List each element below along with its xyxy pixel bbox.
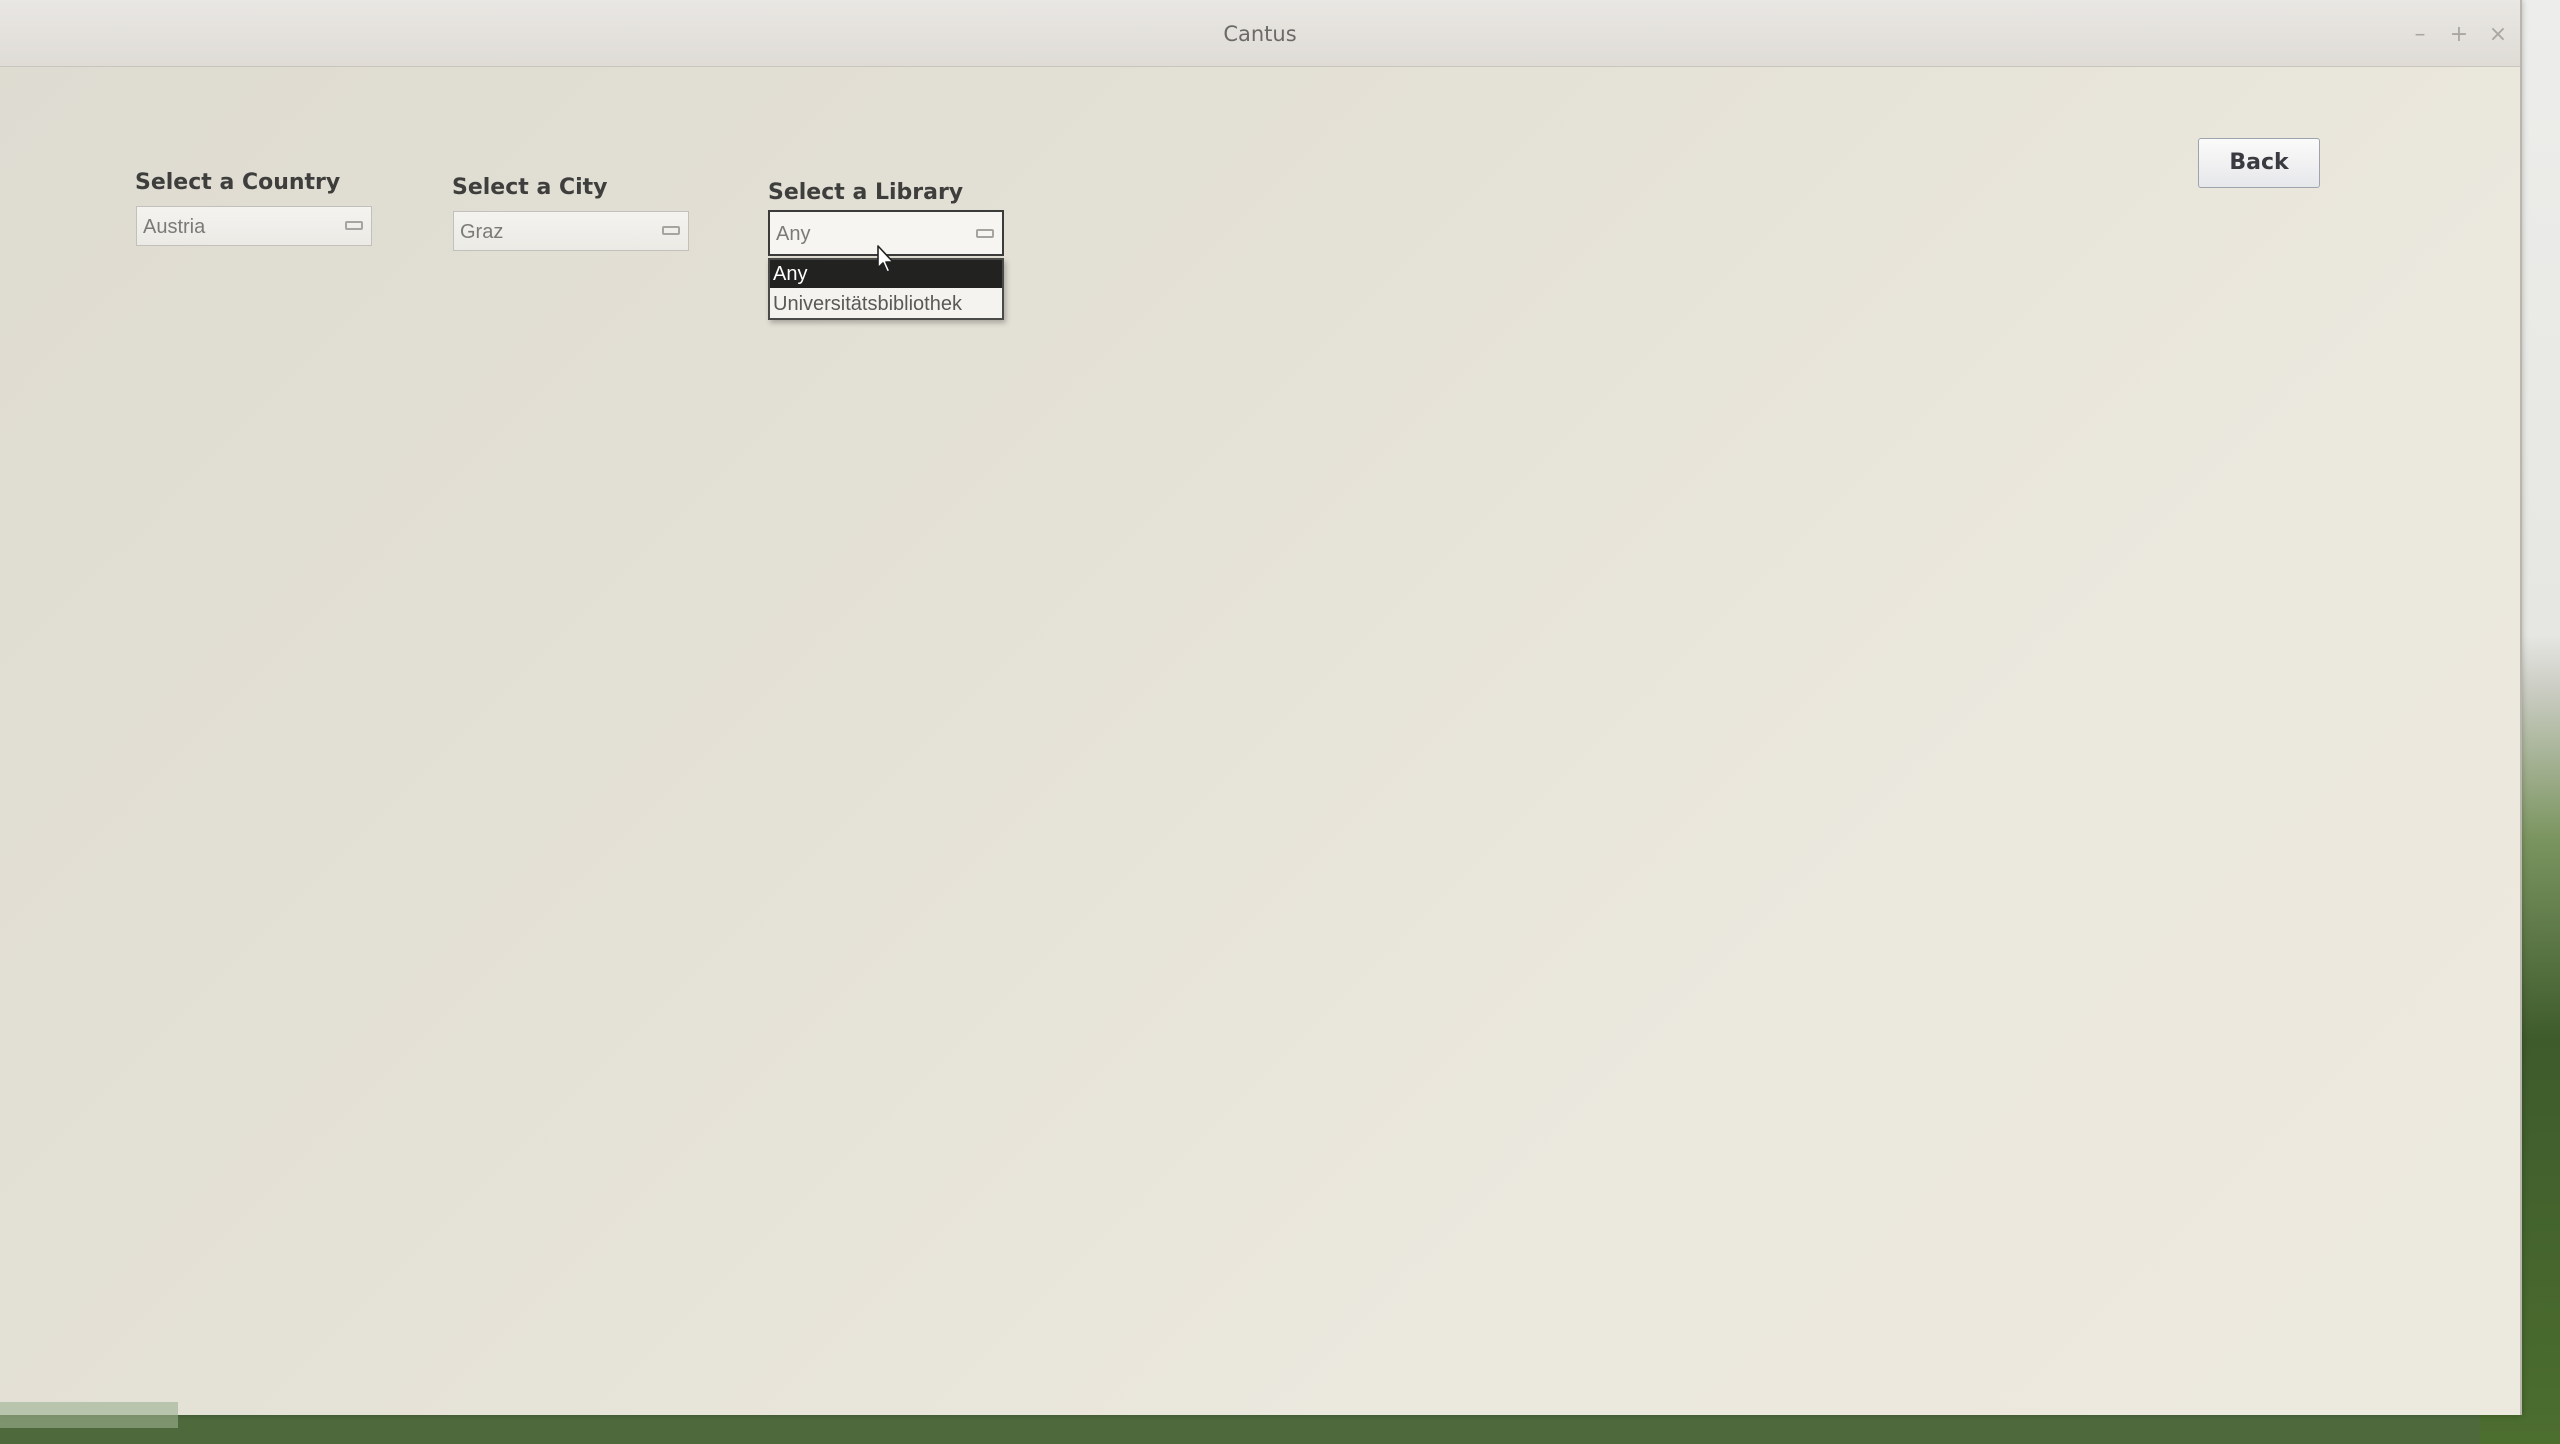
app-window: Cantus – + × Select a Country Austria Se… — [0, 0, 2522, 1415]
library-option-universitatsbibliothek[interactable]: Universitätsbibliothek — [770, 290, 1002, 318]
library-label: Select a Library — [768, 180, 964, 205]
country-label: Select a Country — [135, 170, 341, 195]
back-button[interactable]: Back — [2198, 138, 2320, 188]
library-select-value: Any — [776, 223, 811, 245]
window-title: Cantus — [1223, 22, 1297, 46]
city-select-value: Graz — [460, 221, 504, 243]
city-label: Select a City — [452, 175, 608, 200]
combo-arrow-icon — [662, 226, 680, 235]
combo-arrow-icon — [976, 229, 994, 238]
close-icon[interactable]: × — [2485, 24, 2511, 46]
country-select-value: Austria — [143, 216, 206, 238]
country-select[interactable]: Austria — [136, 206, 372, 246]
title-bar[interactable]: Cantus – + × — [0, 0, 2520, 67]
minimize-icon[interactable]: – — [2407, 24, 2433, 46]
mouse-pointer-icon — [877, 245, 894, 273]
city-select[interactable]: Graz — [453, 211, 689, 251]
maximize-icon[interactable]: + — [2446, 24, 2472, 46]
taskbar-item[interactable] — [0, 1402, 178, 1428]
combo-arrow-icon — [345, 221, 363, 230]
